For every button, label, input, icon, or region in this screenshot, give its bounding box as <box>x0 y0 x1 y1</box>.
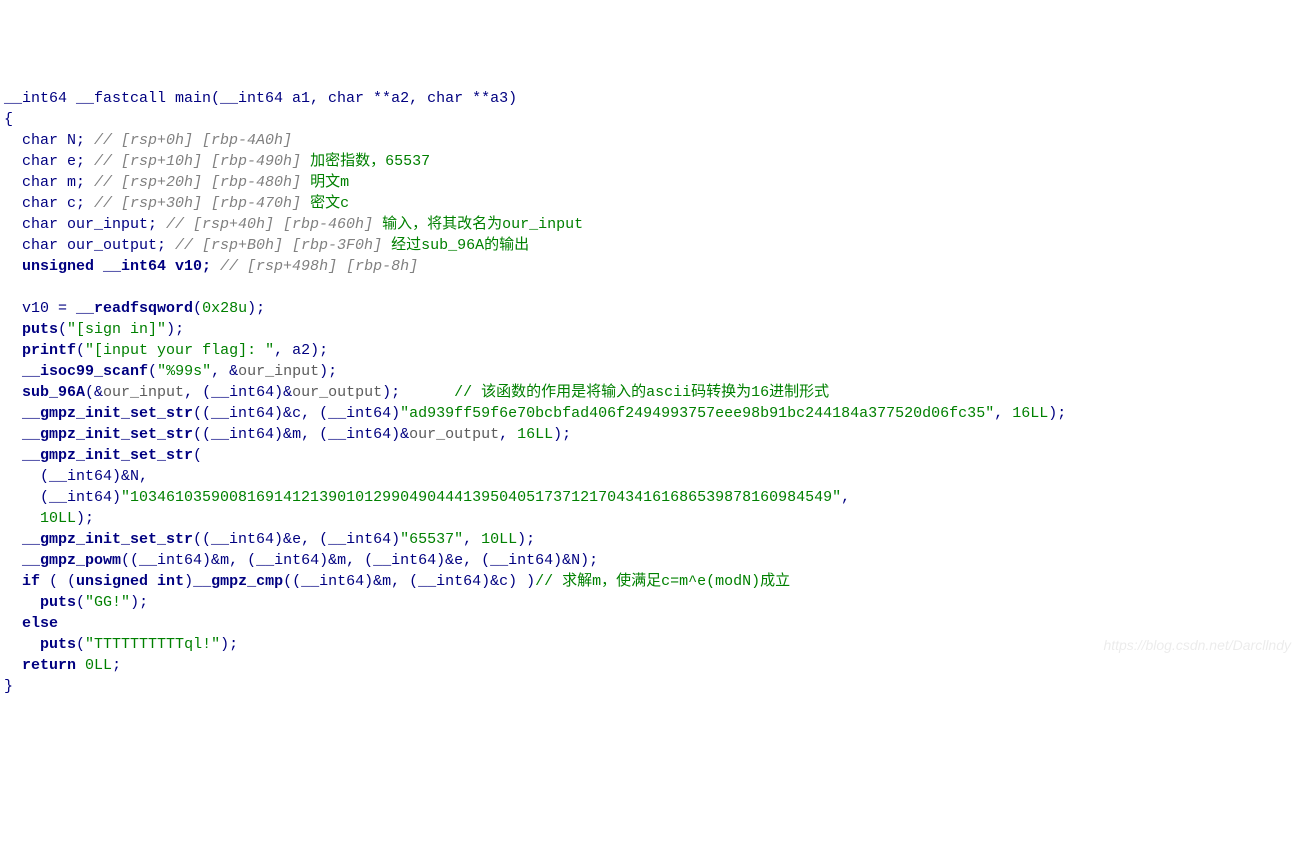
stmt-gmpz-N-l4: 10LL); <box>4 510 94 527</box>
open-brace: { <box>4 111 13 128</box>
decl-m: char m; // [rsp+20h] [rbp-480h] 明文m <box>4 174 349 191</box>
stmt-gmpz-powm: __gmpz_powm((__int64)&m, (__int64)&m, (_… <box>4 552 598 569</box>
decl-c: char c; // [rsp+30h] [rbp-470h] 密文c <box>4 195 349 212</box>
stmt-gmpz-N-l2: (__int64)&N, <box>4 468 148 485</box>
stmt-gmpz-m: __gmpz_init_set_str((__int64)&m, (__int6… <box>4 426 571 443</box>
decl-N: char N; // [rsp+0h] [rbp-4A0h] <box>4 132 292 149</box>
stmt-sub96a: sub_96A(&our_input, (__int64)&our_output… <box>4 384 829 401</box>
stmt-else: else <box>4 615 58 632</box>
stmt-printf: printf("[input your flag]: ", a2); <box>4 342 328 359</box>
line-signature: __int64 __fastcall main(__int64 a1, char… <box>4 90 517 107</box>
decl-e: char e; // [rsp+10h] [rbp-490h] 加密指数，655… <box>4 153 430 170</box>
stmt-puts-gg: puts("GG!"); <box>4 594 148 611</box>
stmt-scanf: __isoc99_scanf("%99s", &our_input); <box>4 363 337 380</box>
stmt-puts-tql: puts("TTTTTTTTTTql!"); <box>4 636 238 653</box>
code-block: __int64 __fastcall main(__int64 a1, char… <box>4 88 1307 697</box>
decl-our-input: char our_input; // [rsp+40h] [rbp-460h] … <box>4 216 583 233</box>
stmt-gmpz-N-l3: (__int64)"103461035900816914121390101299… <box>4 489 850 506</box>
decl-v10: unsigned __int64 v10; // [rsp+498h] [rbp… <box>4 258 418 275</box>
stmt-gmpz-c: __gmpz_init_set_str((__int64)&c, (__int6… <box>4 405 1066 422</box>
stmt-if: if ( (unsigned int)__gmpz_cmp((__int64)&… <box>4 573 790 590</box>
stmt-v10: v10 = __readfsqword(0x28u); <box>4 300 265 317</box>
stmt-return: return 0LL; <box>4 657 121 674</box>
stmt-gmpz-e: __gmpz_init_set_str((__int64)&e, (__int6… <box>4 531 535 548</box>
decl-our-output: char our_output; // [rsp+B0h] [rbp-3F0h]… <box>4 237 529 254</box>
close-brace: } <box>4 678 13 695</box>
stmt-puts-signin: puts("[sign in]"); <box>4 321 184 338</box>
watermark: https://blog.csdn.net/Darcllndy <box>1103 636 1291 656</box>
stmt-gmpz-N-l1: __gmpz_init_set_str( <box>4 447 202 464</box>
